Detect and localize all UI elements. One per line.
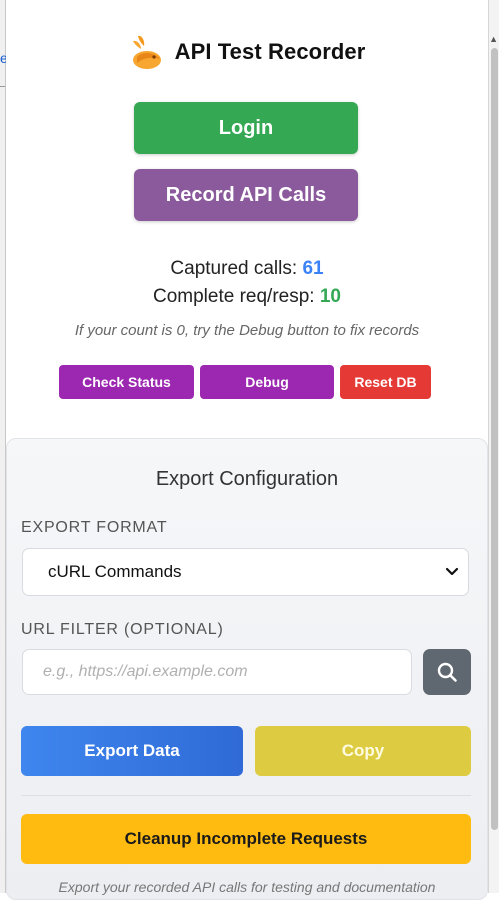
complete-requests-label: Complete req/resp: [153, 286, 315, 307]
extension-popup: API Test Recorder Login Record API Calls… [6, 0, 488, 900]
debug-hint: If your count is 0, try the Debug button… [74, 322, 420, 339]
chevron-down-icon [445, 567, 459, 576]
scroll-up-icon[interactable]: ▲ [489, 34, 498, 44]
popup-header: API Test Recorder [6, 32, 488, 72]
record-api-calls-button[interactable]: Record API Calls [134, 169, 358, 221]
url-filter-label: URL FILTER (OPTIONAL) [21, 621, 224, 638]
export-format-label: EXPORT FORMAT [21, 519, 168, 536]
url-filter-input[interactable] [22, 649, 412, 695]
export-panel-title: Export Configuration [155, 468, 339, 490]
login-button[interactable]: Login [134, 102, 358, 154]
search-button[interactable] [423, 649, 471, 695]
complete-requests-value: 10 [319, 286, 341, 307]
export-configuration-panel: Export Configuration EXPORT FORMAT cURL … [6, 438, 488, 900]
background-divider [0, 86, 5, 87]
cleanup-incomplete-requests-button[interactable]: Cleanup Incomplete Requests [21, 814, 471, 864]
reset-db-button[interactable]: Reset DB [340, 365, 431, 399]
scrollbar-thumb[interactable] [491, 48, 498, 830]
export-data-button[interactable]: Export Data [21, 726, 243, 776]
captured-calls-value: 61 [302, 258, 324, 279]
search-icon [437, 662, 457, 682]
export-format-select[interactable]: cURL Commands [22, 548, 469, 596]
copy-button[interactable]: Copy [255, 726, 471, 776]
captured-calls-label: Captured calls: [170, 258, 298, 279]
check-status-button[interactable]: Check Status [59, 365, 194, 399]
complete-requests-stat: Complete req/resp: 10 [6, 286, 488, 308]
section-divider [21, 795, 471, 796]
scrollbar-track[interactable]: ▲ [488, 0, 499, 893]
rabbit-logo-icon [132, 35, 161, 69]
captured-calls-stat: Captured calls: 61 [6, 258, 488, 280]
export-format-value: cURL Commands [48, 562, 182, 581]
debug-button[interactable]: Debug [200, 365, 334, 399]
app-title: API Test Recorder [174, 39, 366, 64]
